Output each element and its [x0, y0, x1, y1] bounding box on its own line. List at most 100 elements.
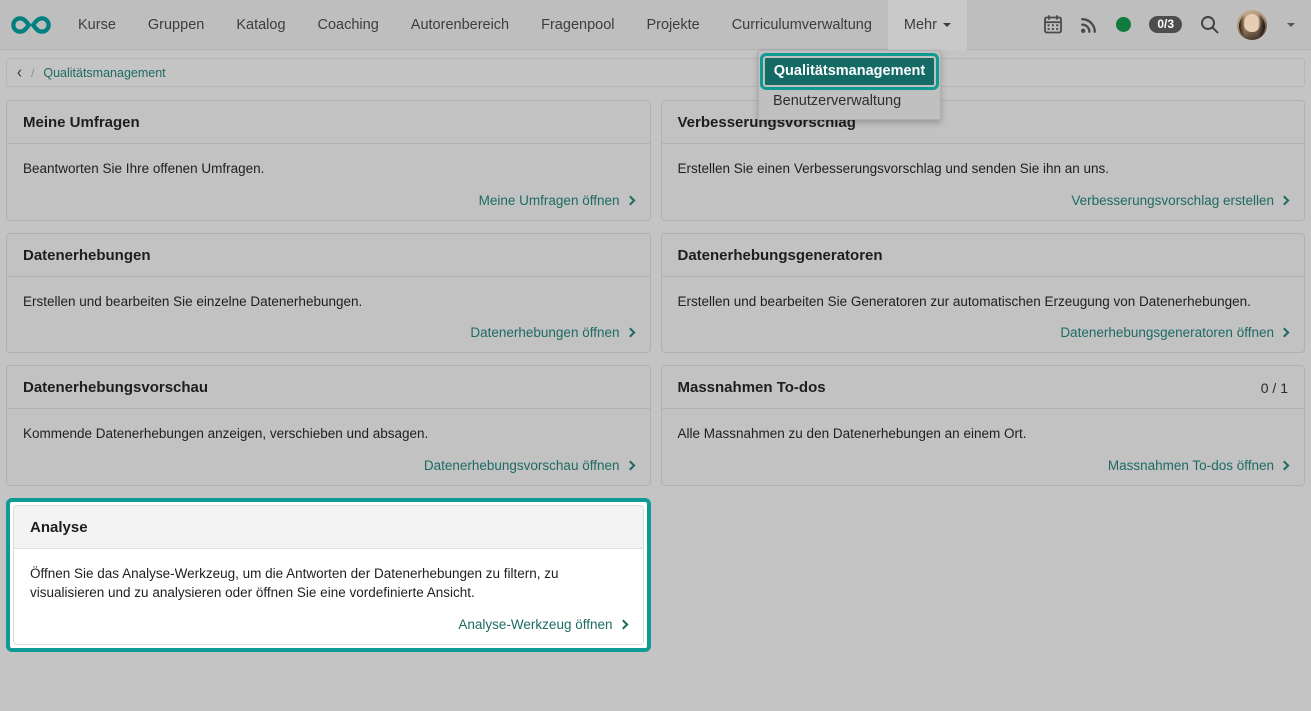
card-link-datenerhebungen[interactable]: Datenerhebungen öffnen — [470, 325, 633, 340]
card-action: Analyse-Werkzeug öffnen — [30, 617, 627, 632]
nav-item-label: Autorenbereich — [411, 17, 509, 33]
card-description: Kommende Datenerhebungen anzeigen, versc… — [23, 424, 634, 444]
nav-item-autorenbereich[interactable]: Autorenbereich — [395, 0, 525, 50]
nav-item-gruppen[interactable]: Gruppen — [132, 0, 220, 50]
chevron-down-icon[interactable] — [1287, 23, 1295, 27]
nav-item-label: Coaching — [318, 17, 379, 33]
chevron-right-icon — [625, 328, 635, 338]
breadcrumb-current[interactable]: Qualitätsmanagement — [43, 66, 165, 80]
card-body: Erstellen und bearbeiten Sie Generatoren… — [662, 277, 1305, 353]
dropdown-item-qualitaetsmanagement[interactable]: Qualitätsmanagement — [765, 58, 934, 85]
card-body: Beantworten Sie Ihre offenen Umfragen. M… — [7, 144, 650, 220]
card-link-datenerhebungsvorschau[interactable]: Datenerhebungsvorschau öffnen — [424, 458, 634, 473]
card-description: Erstellen Sie einen Verbesserungsvorschl… — [678, 159, 1289, 179]
card-description: Alle Massnahmen zu den Datenerhebungen a… — [678, 424, 1289, 444]
chevron-left-icon[interactable]: ‹ — [17, 64, 22, 81]
card-action: Datenerhebungsgeneratoren öffnen — [678, 325, 1289, 340]
nav-item-label: Kurse — [78, 17, 116, 33]
card-datenerhebungsgeneratoren: Datenerhebungsgeneratoren Erstellen und … — [661, 233, 1306, 354]
rss-feed-icon[interactable] — [1080, 16, 1098, 34]
card-link-verbesserungsvorschlag[interactable]: Verbesserungsvorschlag erstellen — [1071, 193, 1288, 208]
card-title: Meine Umfragen — [23, 114, 140, 131]
chevron-right-icon — [1280, 195, 1290, 205]
card-header: Datenerhebungsgeneratoren — [662, 234, 1305, 277]
card-description: Öffnen Sie das Analyse-Werkzeug, um die … — [30, 564, 627, 603]
card-action: Datenerhebungsvorschau öffnen — [23, 458, 634, 473]
search-icon[interactable] — [1200, 15, 1219, 34]
nav-item-fragenpool[interactable]: Fragenpool — [525, 0, 630, 50]
card-link-label: Massnahmen To-dos öffnen — [1108, 458, 1274, 473]
card-link-label: Analyse-Werkzeug öffnen — [458, 617, 612, 632]
chevron-right-icon — [1280, 328, 1290, 338]
primary-nav: Kurse Gruppen Katalog Coaching Autorenbe… — [62, 0, 967, 50]
nav-item-label: Projekte — [646, 17, 699, 33]
card-title: Analyse — [30, 519, 88, 536]
card-action: Verbesserungsvorschlag erstellen — [678, 193, 1289, 208]
card-header: Meine Umfragen — [7, 101, 650, 144]
card-header: Datenerhebungen — [7, 234, 650, 277]
card-link-label: Datenerhebungsvorschau öffnen — [424, 458, 620, 473]
chevron-right-icon — [618, 619, 628, 629]
nav-item-projekte[interactable]: Projekte — [630, 0, 715, 50]
chevron-right-icon — [1280, 460, 1290, 470]
card-link-label: Datenerhebungsgeneratoren öffnen — [1060, 325, 1274, 340]
card-body: Erstellen Sie einen Verbesserungsvorschl… — [662, 144, 1305, 220]
card-link-massnahmen-todos[interactable]: Massnahmen To-dos öffnen — [1108, 458, 1288, 473]
card-link-label: Datenerhebungen öffnen — [470, 325, 619, 340]
chevron-right-icon — [625, 460, 635, 470]
dropdown-item-benutzerverwaltung[interactable]: Benutzerverwaltung — [759, 88, 940, 115]
top-navbar: Kurse Gruppen Katalog Coaching Autorenbe… — [0, 0, 1311, 50]
card-datenerhebungen: Datenerhebungen Erstellen und bearbeiten… — [6, 233, 651, 354]
card-grid: Meine Umfragen Beantworten Sie Ihre offe… — [0, 87, 1311, 652]
card-action: Datenerhebungen öffnen — [23, 325, 634, 340]
chevron-right-icon — [625, 195, 635, 205]
card-count: 0 / 1 — [1261, 380, 1288, 396]
card-link-datenerhebungsgeneratoren[interactable]: Datenerhebungsgeneratoren öffnen — [1060, 325, 1288, 340]
card-body: Kommende Datenerhebungen anzeigen, versc… — [7, 409, 650, 485]
nav-item-label: Fragenpool — [541, 17, 614, 33]
calendar-icon[interactable] — [1044, 15, 1062, 34]
card-title: Datenerhebungsvorschau — [23, 379, 208, 396]
nav-item-mehr[interactable]: Mehr — [888, 0, 967, 50]
card-action: Massnahmen To-dos öffnen — [678, 458, 1289, 473]
card-description: Beantworten Sie Ihre offenen Umfragen. — [23, 159, 634, 179]
nav-item-label: Katalog — [236, 17, 285, 33]
card-description: Erstellen und bearbeiten Sie einzelne Da… — [23, 292, 634, 312]
card-link-analyse-werkzeug[interactable]: Analyse-Werkzeug öffnen — [458, 617, 626, 632]
card-body: Alle Massnahmen zu den Datenerhebungen a… — [662, 409, 1305, 485]
notification-count-badge[interactable]: 0/3 — [1149, 16, 1182, 33]
card-link-label: Verbesserungsvorschlag erstellen — [1071, 193, 1274, 208]
card-link-label: Meine Umfragen öffnen — [479, 193, 620, 208]
nav-item-kurse[interactable]: Kurse — [62, 0, 132, 50]
card-header: Analyse — [14, 506, 643, 549]
card-datenerhebungsvorschau: Datenerhebungsvorschau Kommende Datenerh… — [6, 365, 651, 486]
breadcrumb-separator: / — [31, 66, 34, 80]
card-title: Datenerhebungsgeneratoren — [678, 247, 883, 264]
card-meine-umfragen: Meine Umfragen Beantworten Sie Ihre offe… — [6, 100, 651, 221]
card-body: Öffnen Sie das Analyse-Werkzeug, um die … — [14, 549, 643, 644]
card-analyse-highlight: Analyse Öffnen Sie das Analyse-Werkzeug,… — [6, 498, 651, 652]
card-massnahmen-todos: Massnahmen To-dos 0 / 1 Alle Massnahmen … — [661, 365, 1306, 486]
nav-item-label: Mehr — [904, 17, 937, 33]
avatar[interactable] — [1237, 10, 1267, 40]
nav-item-label: Curriculumverwaltung — [732, 17, 872, 33]
infinity-logo[interactable] — [0, 0, 62, 50]
status-dot-icon[interactable] — [1116, 17, 1131, 32]
nav-item-curriculumverwaltung[interactable]: Curriculumverwaltung — [716, 0, 888, 50]
card-header: Datenerhebungsvorschau — [7, 366, 650, 409]
card-description: Erstellen und bearbeiten Sie Generatoren… — [678, 292, 1289, 312]
card-analyse: Analyse Öffnen Sie das Analyse-Werkzeug,… — [13, 505, 644, 645]
card-action: Meine Umfragen öffnen — [23, 193, 634, 208]
nav-item-label: Gruppen — [148, 17, 204, 33]
breadcrumb: ‹ / Qualitätsmanagement — [6, 58, 1305, 87]
nav-item-katalog[interactable]: Katalog — [220, 0, 301, 50]
card-title: Massnahmen To-dos — [678, 379, 826, 396]
card-header: Massnahmen To-dos 0 / 1 — [662, 366, 1305, 409]
chevron-down-icon — [943, 23, 951, 27]
nav-item-coaching[interactable]: Coaching — [302, 0, 395, 50]
card-link-meine-umfragen[interactable]: Meine Umfragen öffnen — [479, 193, 634, 208]
card-body: Erstellen und bearbeiten Sie einzelne Da… — [7, 277, 650, 353]
mehr-dropdown-menu: Qualitätsmanagement Benutzerverwaltung — [758, 50, 941, 120]
navbar-tools: 0/3 — [1044, 10, 1301, 40]
card-title: Datenerhebungen — [23, 247, 151, 264]
